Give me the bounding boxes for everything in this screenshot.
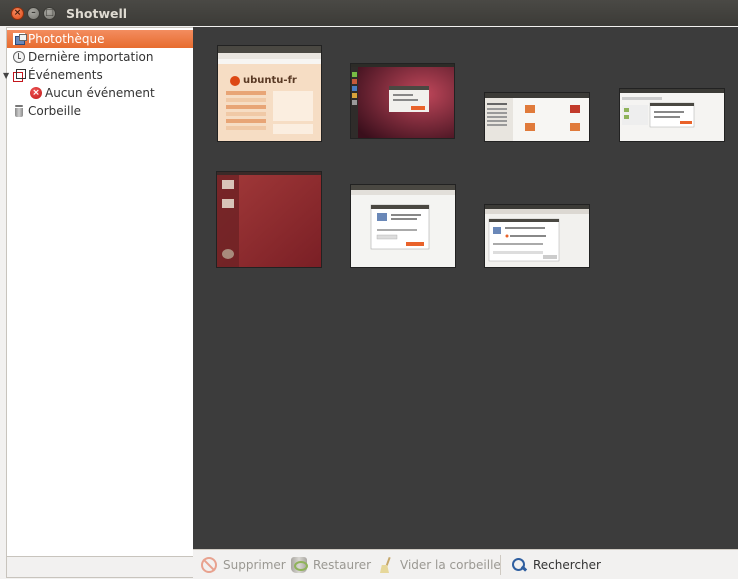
thumbnail-image (485, 205, 589, 267)
maximize-window-button[interactable]: □ (43, 7, 56, 20)
bottom-toolbar: Supprimer Restaurer Vider la corbeille R… (193, 549, 738, 579)
photo-thumbnail-settings-window[interactable] (620, 89, 724, 141)
photo-thumbnail-ubuntu-fr[interactable]: ubuntu-fr (218, 46, 321, 141)
minimize-icon: – (31, 8, 36, 18)
delete-button[interactable]: Supprimer (201, 556, 286, 574)
last-import-icon (13, 51, 25, 63)
sidebar-item-label: Photothèque (28, 32, 105, 46)
search-button[interactable]: Rechercher (511, 556, 601, 574)
sidebar-item-label: Dernière importation (28, 50, 154, 64)
close-window-button[interactable]: × (11, 7, 24, 20)
sidebar-item-label: Aucun événement (45, 86, 155, 100)
search-icon (511, 557, 527, 573)
toolbar-separator (500, 555, 501, 575)
thumbnail-caption: ubuntu-fr (243, 75, 297, 86)
window-titlebar: × – □ Shotwell (0, 0, 738, 26)
sidebar-item-label: Corbeille (28, 104, 82, 118)
expander-down-icon[interactable]: ▼ (3, 71, 9, 80)
window-title: Shotwell (66, 6, 128, 21)
restore-button-label: Restaurer (313, 558, 372, 572)
trash-icon (13, 105, 25, 117)
close-icon: × (13, 8, 22, 18)
sidebar-item-last-import[interactable]: Dernière importation (13, 48, 154, 66)
thumbnail-image (351, 185, 455, 267)
search-button-label: Rechercher (533, 558, 601, 572)
photo-thumbnail-preferences[interactable] (485, 205, 589, 267)
photo-thumbnail-file-manager[interactable] (485, 93, 589, 141)
no-event-icon: × (30, 87, 42, 99)
sidebar-item-library[interactable]: Photothèque (7, 30, 199, 48)
thumbnail-image (351, 64, 454, 138)
restore-button[interactable]: Restaurer (291, 556, 371, 574)
maximize-icon: □ (45, 8, 54, 18)
photo-thumbnail-red-desktop[interactable] (217, 172, 321, 267)
restore-icon (291, 557, 308, 573)
photo-thumbnail-desktop-dialog[interactable] (351, 64, 454, 138)
sidebar-item-no-event[interactable]: × Aucun événement (30, 84, 155, 102)
delete-button-label: Supprimer (223, 558, 286, 572)
sidebar-item-events[interactable]: Événements (13, 66, 103, 84)
empty-trash-button-label: Vider la corbeille (400, 558, 501, 572)
photo-viewer: ubuntu-fr (193, 27, 738, 549)
broom-icon (378, 557, 394, 573)
empty-trash-button[interactable]: Vider la corbeille (378, 556, 501, 574)
thumbnail-image (485, 93, 589, 141)
sidebar-item-label: Événements (28, 68, 103, 82)
thumbnail-image (217, 172, 321, 267)
sidebar-status-area (6, 557, 200, 578)
delete-icon (201, 557, 217, 573)
sidebar-item-trash[interactable]: Corbeille (13, 102, 81, 120)
events-icon (13, 69, 26, 82)
thumbnail-image (218, 46, 321, 141)
library-icon (13, 33, 27, 45)
photo-thumbnail-dialog-white[interactable] (351, 185, 455, 267)
sidebar: Photothèque Dernière importation ▼ Événe… (3, 27, 200, 557)
thumbnail-image (620, 89, 724, 141)
minimize-window-button[interactable]: – (27, 7, 40, 20)
